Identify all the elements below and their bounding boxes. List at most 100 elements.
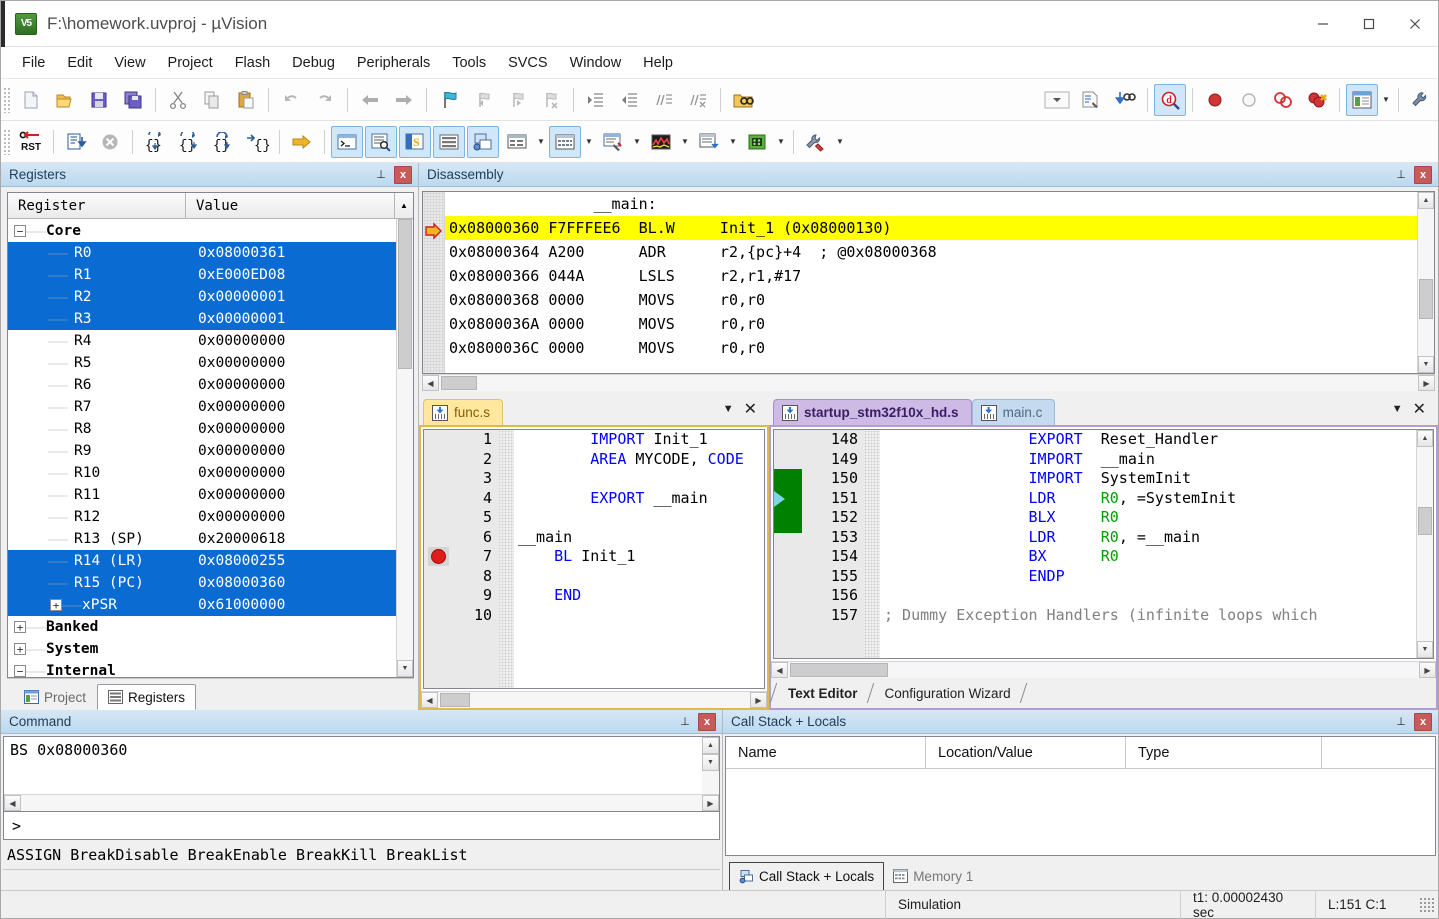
column-header-extra[interactable] bbox=[1322, 737, 1435, 768]
menu-flash[interactable]: Flash bbox=[224, 51, 281, 75]
code-line[interactable]: ENDP bbox=[884, 567, 1416, 587]
scrollbar-track[interactable] bbox=[702, 771, 719, 794]
bookmark-prev-icon[interactable] bbox=[467, 84, 499, 116]
register-row[interactable]: R14 (LR) 0x08000255 bbox=[8, 550, 396, 572]
scrollbar-track[interactable] bbox=[1418, 209, 1434, 356]
breakpoint-marker[interactable] bbox=[428, 547, 449, 566]
disassembly-line[interactable]: 0x0800036A 0000 MOVS r0,r0 bbox=[445, 312, 1417, 336]
analysis-window-icon[interactable] bbox=[645, 126, 677, 158]
system-viewer-dropdown-icon[interactable]: ▼ bbox=[774, 126, 788, 158]
paste-icon[interactable] bbox=[230, 84, 262, 116]
scroll-right-arrow-icon[interactable]: ▶ bbox=[750, 692, 767, 708]
code-line[interactable]: AREA MYCODE, CODE bbox=[518, 450, 764, 470]
scroll-left-arrow-icon[interactable]: ◀ bbox=[771, 662, 788, 678]
column-header-register[interactable]: Register bbox=[8, 193, 186, 219]
close-icon[interactable]: ✕ bbox=[1413, 399, 1426, 419]
scroll-up-arrow-icon[interactable]: ▲ bbox=[1418, 192, 1434, 209]
call-stack-rows[interactable] bbox=[726, 769, 1435, 855]
hscroll-thumb[interactable] bbox=[790, 663, 888, 677]
analysis-dropdown-icon[interactable]: ▼ bbox=[678, 126, 692, 158]
register-row[interactable]: R1 0xE000ED08 bbox=[8, 264, 396, 286]
tree-expander-icon[interactable]: − bbox=[14, 225, 26, 237]
command-window-icon[interactable] bbox=[331, 125, 363, 158]
scrollbar-thumb[interactable] bbox=[1419, 279, 1433, 319]
scroll-left-arrow-icon[interactable]: ◀ bbox=[4, 795, 21, 811]
pin-icon[interactable]: ⊥ bbox=[1392, 713, 1410, 731]
code-line[interactable] bbox=[518, 606, 764, 626]
menu-debug[interactable]: Debug bbox=[281, 51, 346, 75]
code-line[interactable]: EXPORT __main bbox=[518, 489, 764, 509]
scrollbar-track[interactable] bbox=[397, 219, 413, 660]
register-row[interactable]: − Internal bbox=[8, 660, 396, 677]
call-stack-icon[interactable] bbox=[467, 125, 499, 158]
comment-icon[interactable] bbox=[648, 84, 680, 116]
disassembly-code[interactable]: __main: 0x08000360 F7FFFEE6 BL.W Init_1 (… bbox=[445, 192, 1417, 373]
serial-window-icon[interactable] bbox=[597, 126, 629, 158]
disassembly-line[interactable]: 0x08000364 A200 ADR r2,{pc}+4 ; @0x08000… bbox=[445, 240, 1417, 264]
scroll-down-arrow-icon[interactable]: ▼ bbox=[702, 754, 719, 771]
code-line[interactable]: LDR R0, =SystemInit bbox=[884, 489, 1416, 509]
tab-configuration-wizard[interactable]: Configuration Wizard bbox=[871, 678, 1023, 708]
editor-right-text[interactable]: EXPORT Reset_Handler IMPORT __main IMPOR… bbox=[880, 430, 1416, 658]
code-line[interactable]: IMPORT Init_1 bbox=[518, 430, 764, 450]
scroll-right-arrow-icon[interactable]: ▶ bbox=[702, 795, 719, 811]
disassembly-scrollbar[interactable]: ▲ ▼ bbox=[1417, 192, 1434, 373]
configure-icon[interactable] bbox=[1405, 84, 1437, 116]
scroll-right-arrow-icon[interactable]: ▶ bbox=[1419, 662, 1436, 678]
disassembly-hscrollbar[interactable]: ◀ ▶ bbox=[422, 374, 1435, 391]
run-to-cursor-icon[interactable]: {} bbox=[241, 126, 273, 158]
stop-icon[interactable] bbox=[94, 126, 126, 158]
editor-right-breakpoint-gutter[interactable] bbox=[774, 430, 802, 658]
tree-expander-icon[interactable]: − bbox=[14, 665, 26, 677]
toolbar-grip[interactable] bbox=[3, 128, 11, 155]
scroll-right-arrow-icon[interactable]: ▶ bbox=[1418, 375, 1435, 391]
hscroll-thumb[interactable] bbox=[440, 693, 470, 707]
bookmark-clear-icon[interactable] bbox=[535, 84, 567, 116]
copy-icon[interactable] bbox=[196, 84, 228, 116]
menu-peripherals[interactable]: Peripherals bbox=[346, 51, 441, 75]
chevron-down-icon[interactable]: ▼ bbox=[1392, 403, 1403, 415]
disassembly-window-icon[interactable] bbox=[365, 125, 397, 158]
registers-window-icon[interactable] bbox=[433, 125, 465, 158]
menu-tools[interactable]: Tools bbox=[441, 51, 497, 75]
register-row[interactable]: R10 0x00000000 bbox=[8, 462, 396, 484]
bookmark-icon[interactable] bbox=[433, 84, 465, 116]
register-row[interactable]: R11 0x00000000 bbox=[8, 484, 396, 506]
step-out-icon[interactable]: {} bbox=[207, 126, 239, 158]
hscroll-thumb[interactable] bbox=[441, 376, 477, 390]
project-window-icon[interactable] bbox=[1346, 83, 1378, 116]
show-next-statement-icon[interactable] bbox=[286, 126, 318, 158]
menu-project[interactable]: Project bbox=[157, 51, 224, 75]
register-row[interactable]: R8 0x00000000 bbox=[8, 418, 396, 440]
close-icon[interactable]: x bbox=[394, 165, 412, 184]
scroll-down-arrow-icon[interactable]: ▼ bbox=[397, 660, 413, 677]
redo-icon[interactable] bbox=[309, 84, 341, 116]
minimize-button[interactable] bbox=[1300, 1, 1346, 47]
system-viewer-icon[interactable] bbox=[741, 126, 773, 158]
code-line[interactable]: IMPORT SystemInit bbox=[884, 469, 1416, 489]
disable-all-breakpoints-icon[interactable] bbox=[1267, 84, 1299, 116]
disassembly-line[interactable]: 0x08000366 044A LSLS r2,r1,#17 bbox=[445, 264, 1417, 288]
code-line[interactable]: EXPORT Reset_Handler bbox=[884, 430, 1416, 450]
hscroll-track[interactable] bbox=[788, 662, 1419, 678]
tab-registers[interactable]: Registers bbox=[97, 684, 197, 710]
menu-window[interactable]: Window bbox=[559, 51, 633, 75]
register-row[interactable]: R3 0x00000001 bbox=[8, 308, 396, 330]
editor-left-hscrollbar[interactable]: ◀ ▶ bbox=[421, 691, 767, 708]
close-icon[interactable]: x bbox=[698, 712, 716, 731]
editor-right-hscrollbar[interactable]: ◀ ▶ bbox=[771, 661, 1436, 678]
batch-build-icon[interactable] bbox=[1109, 84, 1141, 116]
scroll-up-arrow-icon[interactable]: ▲ bbox=[702, 737, 719, 754]
code-line[interactable]: __main bbox=[518, 528, 764, 548]
watch-dropdown-icon[interactable]: ▼ bbox=[534, 126, 548, 158]
chevron-down-icon[interactable]: ▼ bbox=[723, 403, 734, 415]
editor-left-text[interactable]: IMPORT Init_1 AREA MYCODE, CODE EXPORT _… bbox=[514, 430, 764, 688]
outdent-icon[interactable] bbox=[614, 84, 646, 116]
serial-dropdown-icon[interactable]: ▼ bbox=[630, 126, 644, 158]
register-row[interactable]: + xPSR 0x61000000 bbox=[8, 594, 396, 616]
tab-func-s[interactable]: func.s bbox=[423, 399, 504, 425]
maximize-button[interactable] bbox=[1346, 1, 1392, 47]
command-input[interactable]: > bbox=[3, 812, 720, 840]
pin-icon[interactable]: ⊥ bbox=[372, 166, 390, 184]
tree-expander-icon[interactable]: + bbox=[14, 643, 26, 655]
